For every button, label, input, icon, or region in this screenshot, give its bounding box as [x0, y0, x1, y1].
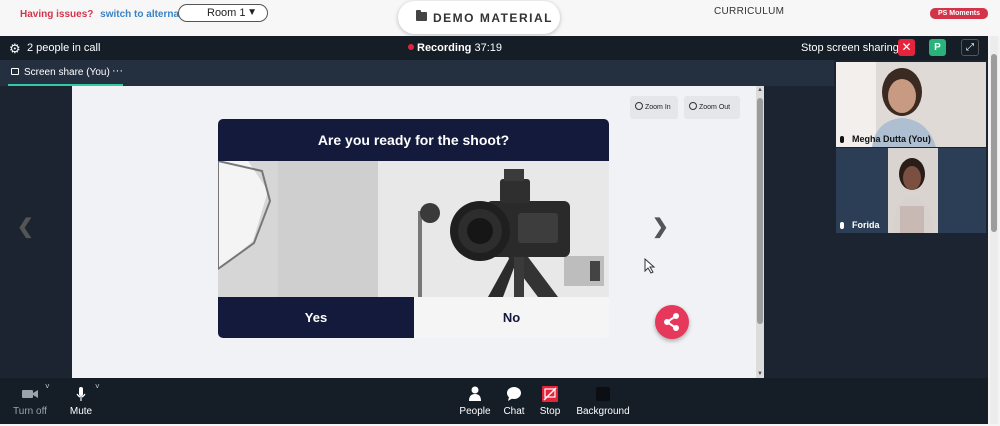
room-selector[interactable]: Room 1 ▼	[178, 4, 268, 22]
mic-options-chevron-icon[interactable]: ˅	[95, 382, 100, 391]
camera-options-chevron-icon[interactable]: ˅	[45, 382, 50, 391]
zoom-in-label: Zoom In	[645, 104, 671, 111]
participant-tile[interactable]: Forida	[836, 148, 986, 233]
participants-count: 2 people in call	[27, 42, 101, 54]
zoom-out-label: Zoom Out	[699, 104, 731, 111]
person-icon	[469, 386, 481, 401]
demo-material-button[interactable]: DEMO MATERIAL	[398, 1, 560, 34]
participant-tile[interactable]: Megha Dutta (You)	[836, 62, 986, 147]
mouse-cursor-icon	[644, 258, 656, 274]
camera-photo	[218, 161, 609, 297]
background-button[interactable]: Background	[573, 378, 633, 424]
background-label: Background	[576, 406, 630, 417]
room-selector-value: Room 1	[207, 7, 246, 19]
page-top-bar: Having issues? switch to alternate room …	[0, 0, 1000, 36]
tab-screen-share[interactable]: Screen share (You) ···	[8, 60, 123, 86]
more-options-icon[interactable]: ···	[112, 65, 123, 77]
mute-label: Mute	[69, 406, 93, 417]
zoom-out-icon	[689, 102, 697, 110]
camera-icon	[22, 390, 38, 398]
chat-button[interactable]: Chat	[499, 378, 529, 424]
call-toolbar: Turn off ˅ Mute ˅ People Chat Stop Backg…	[0, 378, 988, 424]
stop-label: Stop	[539, 406, 561, 417]
page-scrollbar[interactable]	[990, 36, 998, 424]
option-yes-button[interactable]: Yes	[218, 297, 414, 338]
mic-icon	[840, 136, 844, 143]
share-icon	[664, 313, 679, 331]
next-slide-button[interactable]: ❯	[652, 214, 669, 239]
moments-badge[interactable]: PS Moments	[930, 8, 988, 19]
scroll-up-icon[interactable]: ▲	[757, 87, 763, 93]
stop-sharing-button[interactable]: ✕	[898, 39, 915, 56]
call-window: ⚙ 2 people in call Recording 37:19 Stop …	[0, 36, 988, 424]
share-button[interactable]	[655, 305, 689, 339]
recording-time: 37:19	[474, 42, 502, 54]
moments-badge-label: PS Moments	[937, 10, 980, 17]
stop-share-button[interactable]: Stop	[535, 378, 565, 424]
folder-icon	[416, 10, 427, 21]
chat-icon	[507, 387, 521, 401]
participant-name: Forida	[840, 220, 880, 230]
background-icon	[596, 387, 610, 401]
zoom-out-button[interactable]: Zoom Out	[684, 96, 740, 119]
page-scrollbar-thumb[interactable]	[991, 54, 997, 232]
stop-screen-icon	[542, 386, 558, 402]
people-button[interactable]: People	[456, 378, 494, 424]
canvas-scrollbar[interactable]: ▲ ▼	[756, 86, 764, 378]
mic-icon	[840, 222, 844, 229]
option-no-button[interactable]: No	[414, 297, 609, 338]
demo-material-label: DEMO MATERIAL	[433, 11, 553, 25]
canvas-scrollbar-thumb[interactable]	[757, 98, 763, 324]
expand-icon[interactable]: ⤢	[961, 39, 979, 56]
gear-icon[interactable]: ⚙	[9, 41, 21, 57]
scroll-down-icon[interactable]: ▼	[757, 371, 763, 377]
participant-name-text: Megha Dutta (You)	[852, 134, 931, 144]
participant-name-text: Forida	[852, 220, 880, 230]
stop-screen-sharing-label: Stop screen sharing	[801, 42, 899, 54]
poll-card: Are you ready for the shoot? Yes No	[218, 119, 609, 338]
recording-dot-icon	[408, 44, 414, 50]
previous-slide-button[interactable]: ❮	[17, 214, 34, 239]
screen-share-stage: ❮ Zoom In Zoom Out Are you ready for the…	[0, 86, 834, 378]
turn-off-label: Turn off	[13, 406, 47, 417]
p-badge-button[interactable]: P	[929, 39, 946, 56]
microphone-icon	[76, 387, 86, 401]
camera-photo-illustration	[218, 161, 609, 297]
issues-text: Having issues?	[20, 9, 94, 20]
share-tab-bar: Screen share (You) ···	[0, 60, 834, 86]
participant-name: Megha Dutta (You)	[840, 134, 931, 144]
recording-label: Recording	[417, 42, 472, 54]
participants-panel: Megha Dutta (You) Forida	[834, 60, 988, 378]
screen-icon	[11, 68, 19, 75]
zoom-in-button[interactable]: Zoom In	[630, 96, 678, 119]
call-header: ⚙ 2 people in call Recording 37:19 Stop …	[0, 36, 988, 60]
poll-question: Are you ready for the shoot?	[218, 119, 609, 161]
zoom-in-icon	[635, 102, 643, 110]
curriculum-link[interactable]: CURRICULUM	[714, 6, 784, 17]
recording-indicator: Recording 37:19	[408, 42, 502, 54]
tab-screen-share-label: Screen share (You)	[24, 67, 110, 78]
people-label: People	[459, 406, 491, 417]
chat-label: Chat	[503, 406, 525, 417]
dropdown-arrow-icon: ▼	[247, 7, 257, 18]
